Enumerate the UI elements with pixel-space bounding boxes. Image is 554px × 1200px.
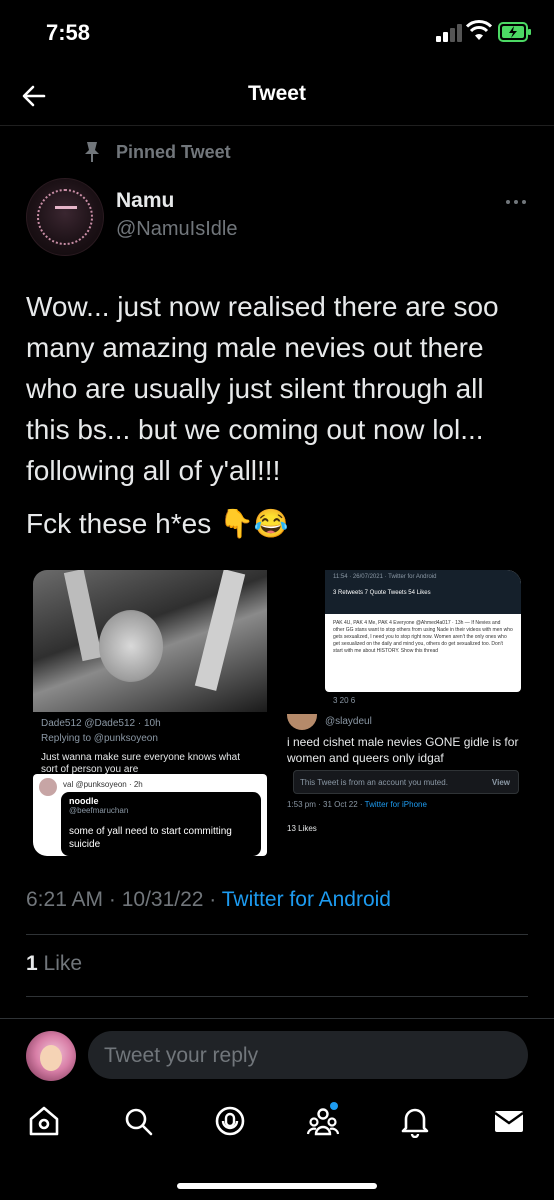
tweet-source-link[interactable]: Twitter for Android (222, 888, 391, 911)
likes-count[interactable]: 1 Like (26, 952, 82, 976)
reply-input[interactable]: Tweet your reply (88, 1031, 528, 1079)
rt-meta: 11:54 · 26/07/2021 · Twitter for Android (333, 574, 437, 580)
more-options-icon[interactable] (504, 196, 528, 208)
quote-avatar (39, 778, 57, 796)
rt-actions: 3 20 6 (333, 696, 356, 705)
author-avatar[interactable] (26, 178, 104, 256)
media-left-replying: Replying to @punksoyeon (41, 733, 158, 744)
status-time: 7:58 (46, 20, 91, 45)
reply-meta-time: 1:53 pm · 31 Oct 22 · (287, 800, 365, 809)
tweet-timestamp: 6:21 AM · 10/31/22 · Twitter for Android (26, 888, 391, 912)
rt-stats: 3 Retweets 7 Quote Tweets 54 Likes (333, 590, 431, 596)
media-quote-card: val @punksoyeon · 2h noodle @beefmarucha… (33, 774, 267, 856)
rt-body: PAK 4U, PAK 4 Me, PAK 4 Everyone @Ahmed4… (333, 620, 513, 654)
spaces-icon[interactable] (213, 1104, 247, 1138)
divider (26, 996, 528, 997)
rt-header: 11:54 · 26/07/2021 · Twitter for Android… (325, 570, 521, 614)
timestamp-text: 6:21 AM · 10/31/22 · (26, 888, 222, 911)
reply-meta-source: Twitter for iPhone (364, 800, 427, 809)
muted-view: View (491, 778, 510, 787)
pinned-indicator: Pinned Tweet (82, 140, 231, 164)
media-screenshot-right-top: 11:54 · 26/07/2021 · Twitter for Android… (325, 570, 521, 692)
muted-notice: This Tweet is from an account you muted.… (293, 770, 519, 794)
reply-meta: 1:53 pm · 31 Oct 22 · Twitter for iPhone (287, 800, 427, 809)
home-indicator (177, 1183, 377, 1189)
home-icon[interactable] (27, 1104, 61, 1138)
media-left-text: Just wanna make sure everyone knows what… (41, 752, 240, 775)
quote-name: noodle (69, 796, 99, 806)
quote-handle: @beefmaruchan (69, 806, 129, 815)
author-display-name[interactable]: Namu (116, 189, 174, 213)
messages-icon[interactable] (492, 1104, 526, 1138)
media-photo (33, 570, 267, 712)
muted-text: This Tweet is from an account you muted. (300, 778, 448, 787)
search-icon[interactable] (121, 1104, 155, 1138)
reply-text: i need cishet male nevies GONE gidle is … (287, 735, 519, 765)
signal-icon (436, 24, 462, 42)
notifications-icon[interactable] (398, 1104, 432, 1139)
battery-icon (498, 22, 531, 42)
tweet-text-secondary: Fck these h*es 👇😂 (26, 508, 289, 539)
reply-name: @slaydeul (325, 716, 372, 727)
divider (26, 934, 528, 935)
user-avatar[interactable] (26, 1031, 76, 1081)
pin-icon (85, 142, 99, 162)
author-handle[interactable]: @NamuIsIdle (116, 218, 237, 241)
quote-inner: noodle @beefmaruchan some of yall need t… (61, 792, 261, 856)
media-screenshot-right-reply: @slaydeul i need cishet male nevies GONE… (287, 714, 521, 856)
page-title: Tweet (248, 82, 306, 105)
tweet-media[interactable]: Dade512 @Dade512 · 10h Replying to @punk… (33, 570, 521, 856)
avatar-crown (55, 195, 77, 209)
wifi-icon (466, 20, 492, 40)
quote-header: val @punksoyeon · 2h (63, 780, 143, 789)
top-nav: Tweet (0, 66, 554, 126)
status-bar: 7:58 (0, 0, 554, 66)
media-left-meta: Dade512 @Dade512 · 10h (41, 718, 161, 729)
reply-bar: Tweet your reply (0, 1018, 554, 1090)
reply-avatar-small (287, 714, 317, 730)
likes-number: 1 (26, 952, 38, 975)
tweet-text: Wow... just now realised there are soo m… (26, 291, 499, 486)
likes-label: Like (37, 952, 83, 975)
quote-text: some of yall need to start committing su… (69, 826, 232, 850)
notification-dot (330, 1102, 338, 1110)
reply-likes: 13 Likes (287, 824, 317, 833)
pinned-label: Pinned Tweet (116, 141, 231, 162)
